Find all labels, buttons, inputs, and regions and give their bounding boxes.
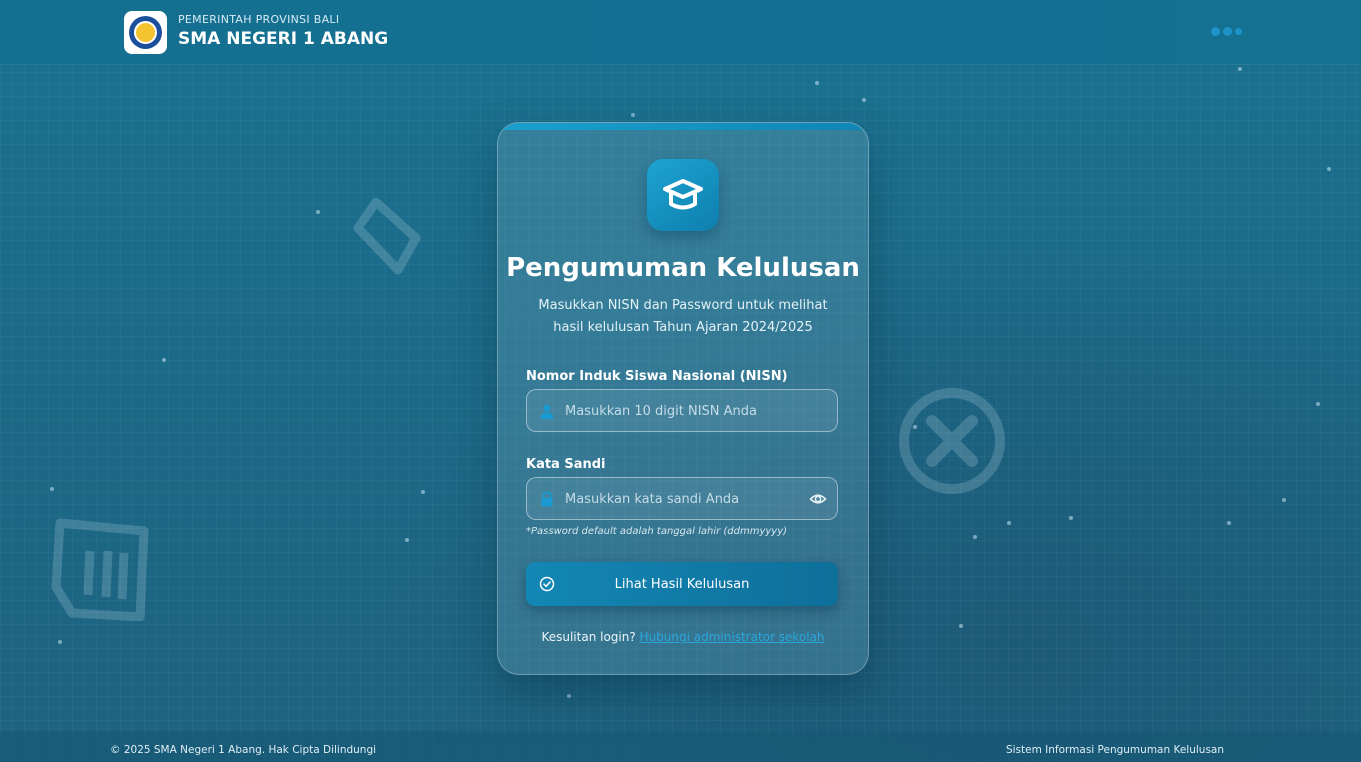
close-circle-decoration-icon bbox=[899, 388, 1005, 494]
background-dot bbox=[58, 640, 62, 644]
page-title: Pengumuman Kelulusan bbox=[506, 253, 860, 283]
contact-admin-link[interactable]: Hubungi administrator sekolah bbox=[640, 630, 825, 644]
user-icon bbox=[540, 404, 554, 419]
background-dot bbox=[1316, 402, 1320, 406]
graduation-cap-icon bbox=[647, 159, 719, 231]
password-field[interactable] bbox=[526, 477, 838, 521]
background-dot bbox=[959, 624, 963, 628]
system-name-text: Sistem Informasi Pengumuman Kelulusan bbox=[1005, 744, 1224, 756]
password-label: Kata Sandi bbox=[526, 457, 606, 472]
background-dot bbox=[316, 210, 320, 214]
background-dot bbox=[815, 81, 819, 85]
background-dot bbox=[1007, 521, 1011, 525]
password-input[interactable] bbox=[563, 478, 807, 521]
copyright-text: © 2025 SMA Negeri 1 Abang. Hak Cipta Dil… bbox=[110, 744, 377, 756]
background-dot bbox=[1227, 521, 1231, 525]
check-circle-icon bbox=[539, 576, 555, 592]
document-decoration-icon bbox=[51, 518, 149, 621]
background-dot bbox=[567, 694, 571, 698]
top-header: PEMERINTAH PROVINSI BALI SMA NEGERI 1 AB… bbox=[0, 0, 1361, 65]
school-logo bbox=[124, 11, 167, 54]
help-row: Kesulitan login? Hubungi administrator s… bbox=[498, 630, 868, 644]
subtitle-line-1: Masukkan NISN dan Password untuk melihat bbox=[538, 298, 828, 313]
subtitle-line-2: hasil kelulusan Tahun Ajaran 2024/2025 bbox=[553, 320, 813, 335]
background-dot bbox=[162, 358, 166, 362]
background-dot bbox=[1282, 498, 1286, 502]
background-dot bbox=[1069, 516, 1073, 520]
lock-icon bbox=[541, 491, 553, 507]
nisn-label: Nomor Induk Siswa Nasional (NISN) bbox=[526, 369, 788, 384]
background-dot bbox=[50, 487, 54, 491]
submit-button[interactable]: Lihat Hasil Kelulusan bbox=[526, 562, 838, 606]
government-label: PEMERINTAH PROVINSI BALI bbox=[178, 13, 340, 26]
school-name: SMA NEGERI 1 ABANG bbox=[178, 29, 389, 49]
page-subtitle: Masukkan NISN dan Password untuk melihat… bbox=[498, 295, 868, 339]
card-accent-bar bbox=[498, 123, 868, 130]
footer: © 2025 SMA Negeri 1 Abang. Hak Cipta Dil… bbox=[0, 731, 1361, 762]
submit-button-label: Lihat Hasil Kelulusan bbox=[614, 576, 750, 592]
background-dot bbox=[1238, 67, 1242, 71]
background-dot bbox=[421, 490, 425, 494]
background-dot bbox=[405, 538, 409, 542]
eye-icon[interactable] bbox=[809, 490, 827, 508]
login-card: Pengumuman Kelulusan Masukkan NISN dan P… bbox=[497, 122, 869, 675]
background-dot bbox=[631, 113, 635, 117]
help-text: Kesulitan login? bbox=[541, 630, 636, 644]
background-dot bbox=[862, 98, 866, 102]
nisn-field[interactable] bbox=[526, 389, 838, 433]
more-dots-icon[interactable] bbox=[1211, 27, 1242, 36]
book-decoration-icon bbox=[353, 198, 421, 275]
background-dot bbox=[1327, 167, 1331, 171]
nisn-input[interactable] bbox=[563, 390, 807, 433]
background-dot bbox=[973, 535, 977, 539]
password-hint: *Password default adalah tanggal lahir (… bbox=[526, 526, 788, 537]
school-crest-icon bbox=[129, 16, 162, 49]
